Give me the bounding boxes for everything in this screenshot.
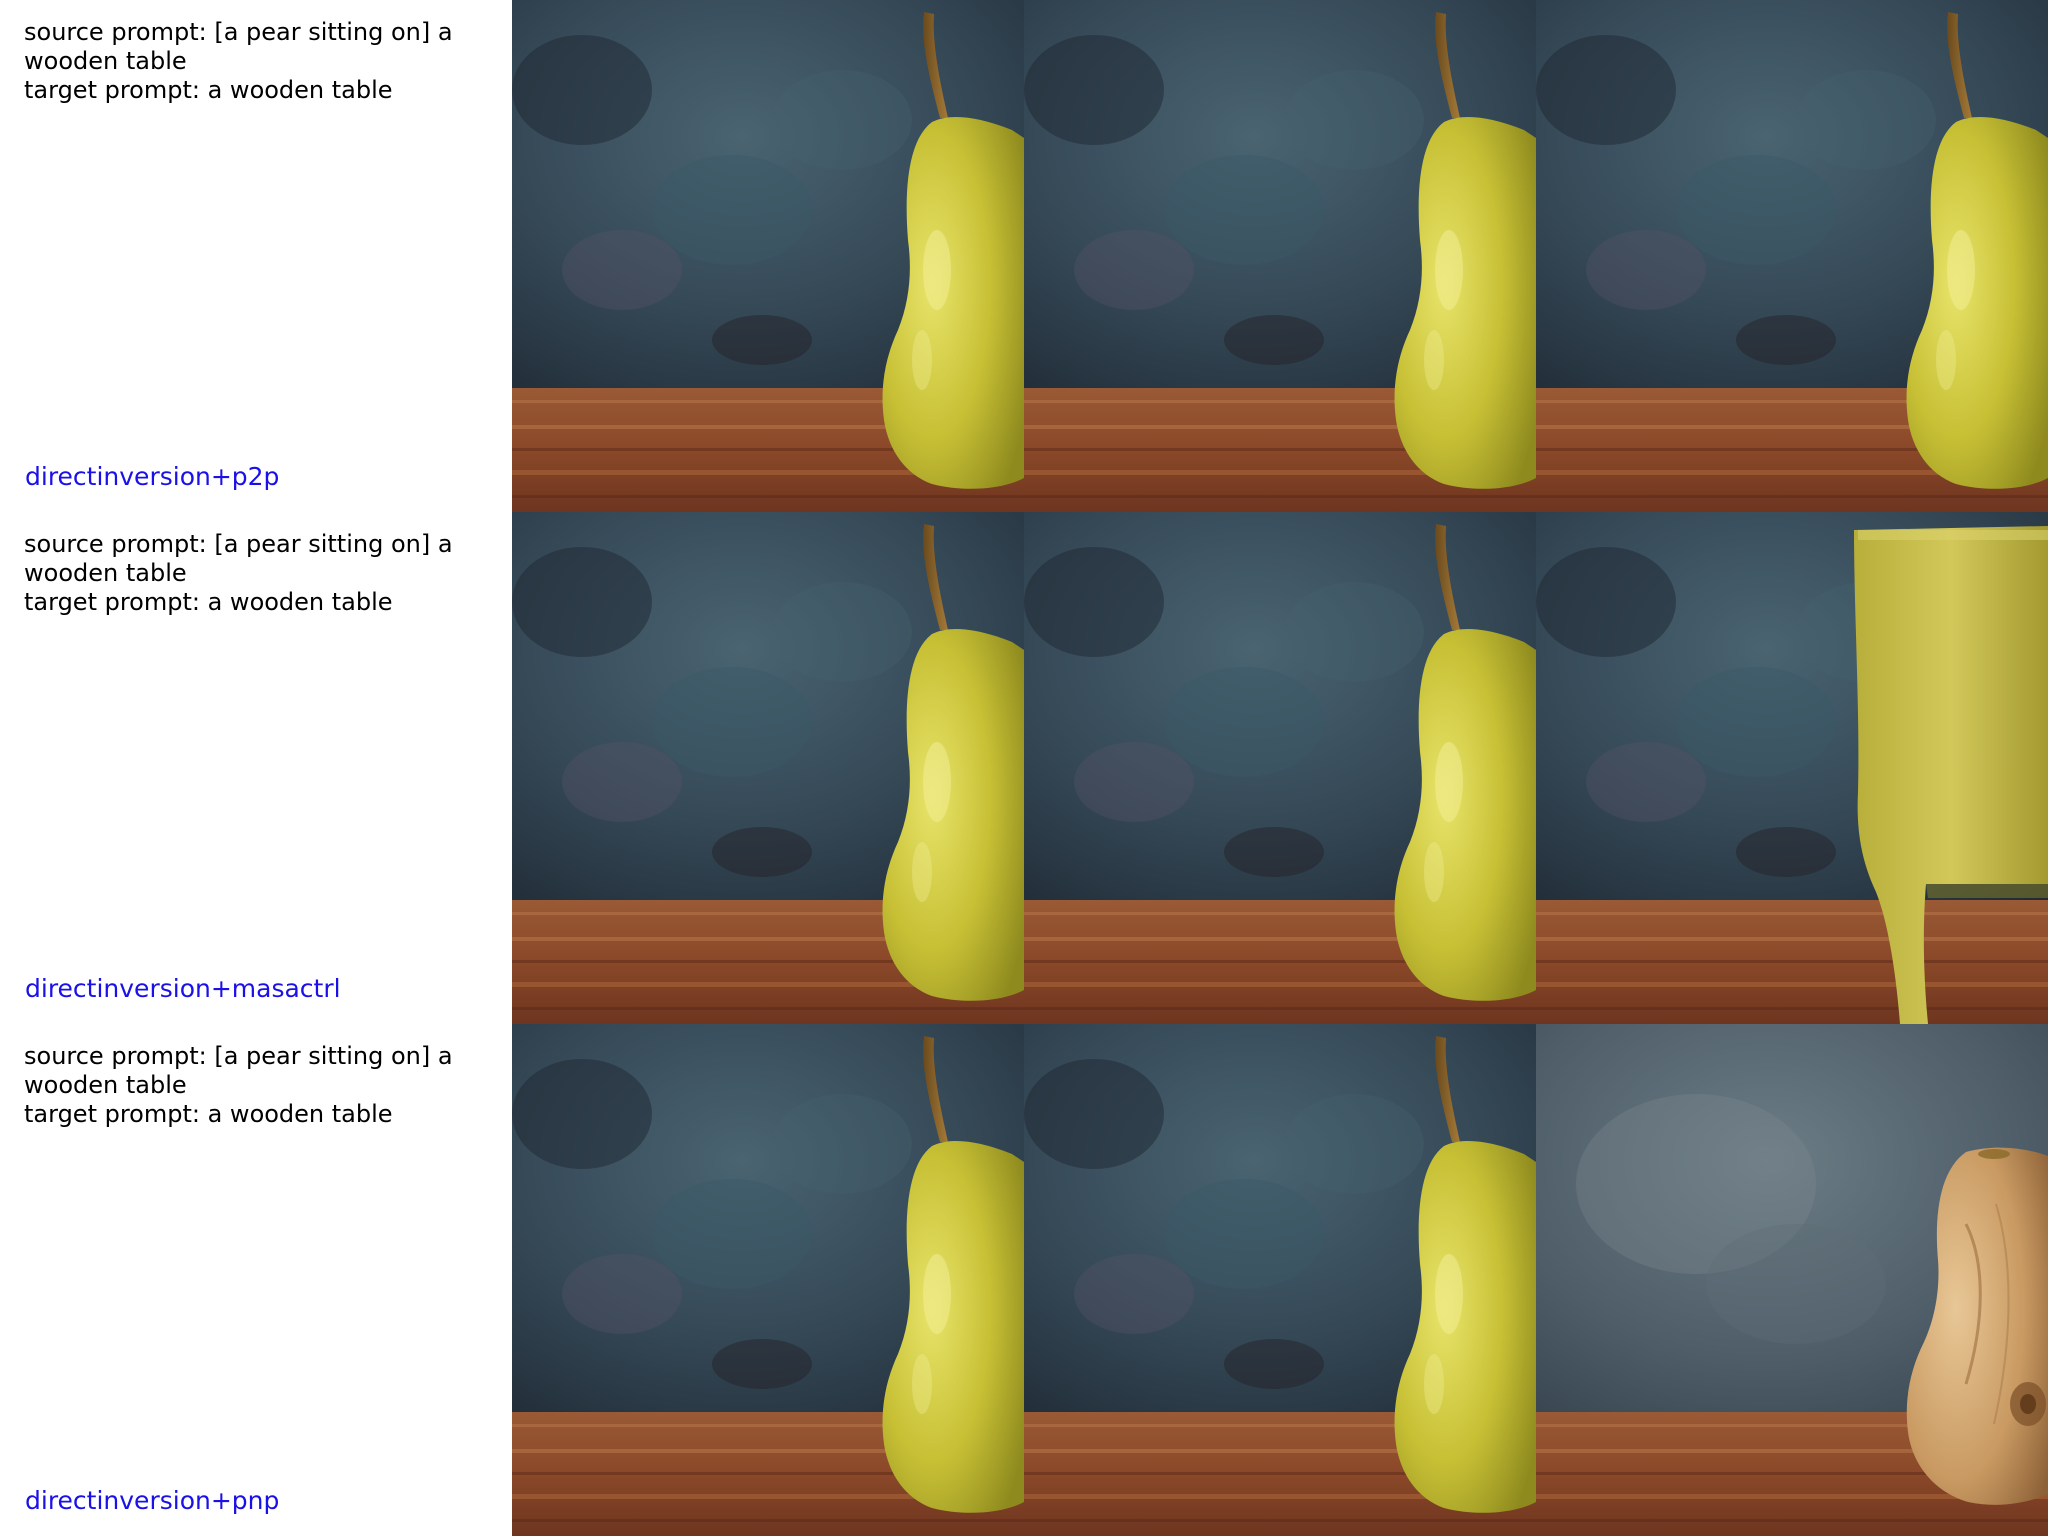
reconstruction-image [1024,512,1536,1024]
method-label: directinversion+pnp [25,1486,280,1515]
source-prompt: source prompt: [a pear sitting on] a [24,1042,453,1070]
row-label-panel: source prompt: [a pear sitting on] a woo… [0,1024,512,1536]
prompt-text: source prompt: [a pear sitting on] a woo… [24,530,494,617]
source-prompt-continued: wooden table [24,559,187,587]
comparison-row: source prompt: [a pear sitting on] a woo… [0,0,2048,512]
row-label-panel: source prompt: [a pear sitting on] a woo… [0,0,512,512]
source-prompt: source prompt: [a pear sitting on] a [24,18,453,46]
edited-image [1536,512,2048,1024]
comparison-grid: source prompt: [a pear sitting on] a woo… [0,0,2048,1536]
prompt-text: source prompt: [a pear sitting on] a woo… [24,1042,494,1129]
reconstruction-image [1024,0,1536,512]
source-prompt-continued: wooden table [24,1071,187,1099]
edited-image [1536,1024,2048,1536]
source-image [512,0,1024,512]
source-prompt-continued: wooden table [24,47,187,75]
target-prompt: target prompt: a wooden table [24,1100,393,1128]
source-image [512,512,1024,1024]
comparison-row: source prompt: [a pear sitting on] a woo… [0,512,2048,1024]
row-label-panel: source prompt: [a pear sitting on] a woo… [0,512,512,1024]
source-image [512,1024,1024,1536]
edited-image [1536,0,2048,512]
prompt-text: source prompt: [a pear sitting on] a woo… [24,18,494,105]
reconstruction-image [1024,1024,1536,1536]
method-label: directinversion+masactrl [25,974,341,1003]
source-prompt: source prompt: [a pear sitting on] a [24,530,453,558]
comparison-row: source prompt: [a pear sitting on] a woo… [0,1024,2048,1536]
target-prompt: target prompt: a wooden table [24,588,393,616]
method-label: directinversion+p2p [25,462,280,491]
target-prompt: target prompt: a wooden table [24,76,393,104]
